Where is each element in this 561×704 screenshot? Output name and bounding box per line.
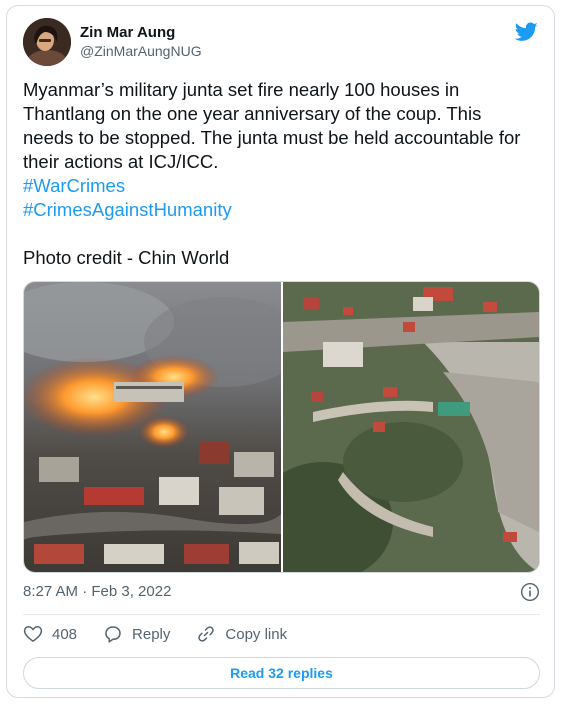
hashtag-crimes-against-humanity[interactable]: #CrimesAgainstHumanity xyxy=(23,198,533,222)
heart-icon xyxy=(23,626,43,642)
tweet-body: Myanmar’s military junta set fire nearly… xyxy=(23,78,533,270)
copy-link-button[interactable]: Copy link xyxy=(196,624,287,644)
divider xyxy=(23,614,540,615)
author-block[interactable]: Zin Mar Aung @ZinMarAungNUG xyxy=(80,23,202,60)
photo-aerial-image xyxy=(283,282,539,572)
avatar-image xyxy=(23,18,71,66)
tweet-text: Myanmar’s military junta set fire nearly… xyxy=(23,79,526,172)
author-handle[interactable]: @ZinMarAungNUG xyxy=(80,42,202,60)
twitter-bird-icon[interactable] xyxy=(515,22,538,42)
timestamp-row: 8:27 AM · Feb 3, 2022 xyxy=(23,582,540,602)
photo-aerial-ruins[interactable] xyxy=(283,282,539,572)
hashtag-war-crimes[interactable]: #WarCrimes xyxy=(23,174,533,198)
media-grid xyxy=(23,281,540,573)
copy-link-label: Copy link xyxy=(225,625,288,643)
tweet-timestamp[interactable]: 8:27 AM · Feb 3, 2022 xyxy=(23,583,171,600)
reply-button[interactable]: Reply xyxy=(103,624,170,644)
avatar[interactable] xyxy=(23,18,71,66)
like-button[interactable]: 408 xyxy=(23,624,77,644)
photo-fire-image xyxy=(24,282,281,572)
photo-credit: Photo credit - Chin World xyxy=(23,247,230,268)
info-icon[interactable] xyxy=(520,582,540,602)
reply-label: Reply xyxy=(132,625,171,643)
link-icon xyxy=(198,626,215,642)
photo-fire-town[interactable] xyxy=(24,282,281,572)
action-bar: 408 Reply Copy link xyxy=(23,620,313,648)
tweet-card: Zin Mar Aung @ZinMarAungNUG Myanmar’s mi… xyxy=(6,5,555,698)
author-name[interactable]: Zin Mar Aung xyxy=(80,23,202,42)
reply-bubble-icon xyxy=(105,626,121,643)
like-count: 408 xyxy=(52,625,78,643)
read-replies-button[interactable]: Read 32 replies xyxy=(23,657,540,689)
